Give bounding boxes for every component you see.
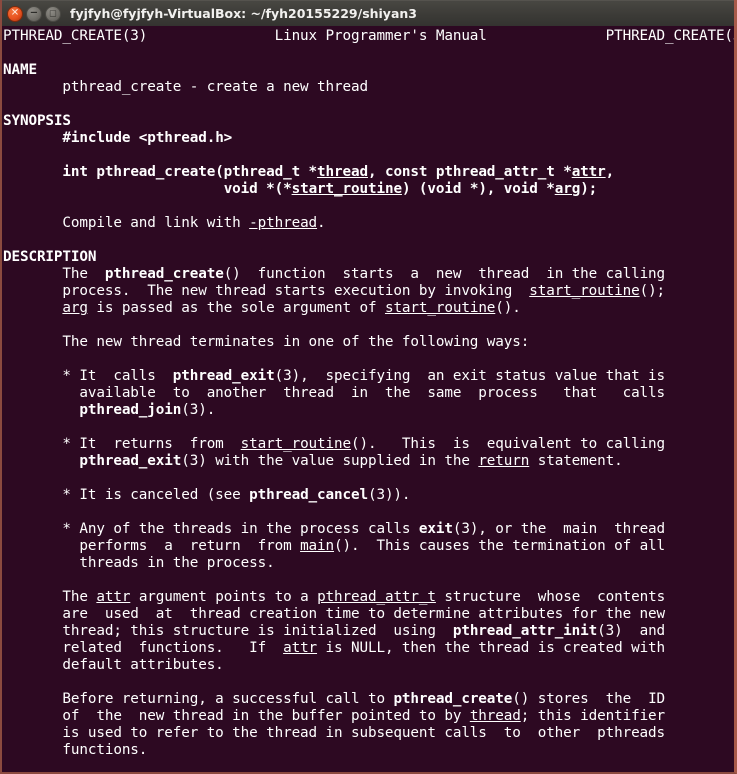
manpage-line-section: SYNOPSIS xyxy=(3,113,71,129)
manpage-line-text: is used to refer to the thread in subseq… xyxy=(3,725,666,741)
manpage-line-section: DESCRIPTION xyxy=(3,249,97,265)
manpage-line-blank xyxy=(3,45,734,62)
manpage-line-blank xyxy=(3,317,734,334)
window-titlebar[interactable]: ✕ − □ fyjfyh@fyjfyh-VirtualBox: ~/fyh201… xyxy=(2,0,734,26)
manpage-line-blank xyxy=(3,470,734,487)
manpage-line-text: process. The new thread starts execution… xyxy=(3,283,666,299)
manpage-line-text: pthread_join(3). xyxy=(79,402,216,418)
manpage-line-blank xyxy=(3,198,734,215)
manpage-line-text: * Any of the threads in the process call… xyxy=(3,521,666,537)
manpage-line-text: Before returning, a successful call to p… xyxy=(3,691,666,707)
minimize-button[interactable]: − xyxy=(26,5,42,22)
maximize-icon: □ xyxy=(49,8,57,17)
manpage-line-text: functions. xyxy=(3,742,148,758)
manpage-line-text: of the new thread in the buffer pointed … xyxy=(3,708,666,724)
terminal-window: ✕ − □ fyjfyh@fyjfyh-VirtualBox: ~/fyh201… xyxy=(0,0,737,774)
close-button[interactable]: ✕ xyxy=(7,5,23,22)
manpage-line-text: thread; this structure is initialized us… xyxy=(3,623,666,639)
maximize-button[interactable]: □ xyxy=(45,5,61,22)
manpage-line-text: * It is canceled (see pthread_cancel(3))… xyxy=(3,487,411,503)
manpage-line-text: performs a return from main(). This caus… xyxy=(3,538,666,554)
manpage-line-blank xyxy=(3,147,734,164)
manpage-line-text: Compile and link with -pthread. xyxy=(3,215,326,231)
manpage-line-text: are used at thread creation time to dete… xyxy=(3,606,666,622)
manpage-line-text: arg is passed as the sole argument of st… xyxy=(62,300,521,316)
manpage-line-text: * It returns from start_routine(). This … xyxy=(3,436,666,452)
manpage-line-text: threads in the process. xyxy=(3,555,275,571)
manpage-line-blank xyxy=(3,232,734,249)
manpage-line-text: void *(*start_routine) (void *), void *a… xyxy=(223,181,598,197)
manpage-line-section: NAME xyxy=(3,62,37,78)
manpage-line-text: The attr argument points to a pthread_at… xyxy=(3,589,666,605)
manpage-line-text: The new thread terminates in one of the … xyxy=(3,334,530,350)
manpage-line-text: The pthread_create() function starts a n… xyxy=(3,266,666,282)
minimize-icon: − xyxy=(29,7,39,18)
manpage-line-text: #include <pthread.h> xyxy=(62,130,233,146)
manpage-line-text: pthread_exit(3) with the value supplied … xyxy=(79,453,623,469)
manpage-line-text: int pthread_create(pthread_t *thread, co… xyxy=(62,164,615,180)
manpage-line-blank xyxy=(3,96,734,113)
manpage-line-blank xyxy=(3,351,734,368)
manpage-line-blank xyxy=(3,674,734,691)
manpage-line-text: default attributes. xyxy=(3,657,224,673)
close-icon: ✕ xyxy=(10,7,20,18)
manpage-line-header: PTHREAD_CREATE(3) Linux Programmer's Man… xyxy=(3,28,734,44)
manpage-line-text: available to another thread in the same … xyxy=(3,385,666,401)
manpage-line-text: pthread_create - create a new thread xyxy=(3,79,368,95)
window-controls: ✕ − □ xyxy=(7,5,61,22)
manpage-line-text: * It calls pthread_exit(3), specifying a… xyxy=(3,368,666,384)
manpage-line-blank xyxy=(3,419,734,436)
terminal-output[interactable]: PTHREAD_CREATE(3) Linux Programmer's Man… xyxy=(2,26,734,772)
manpage-line-text: related functions. If attr is NULL, then… xyxy=(3,640,666,656)
manpage-line-blank xyxy=(3,504,734,521)
manpage-line-blank xyxy=(3,572,734,589)
window-title: fyjfyh@fyjfyh-VirtualBox: ~/fyh20155229/… xyxy=(70,6,417,21)
